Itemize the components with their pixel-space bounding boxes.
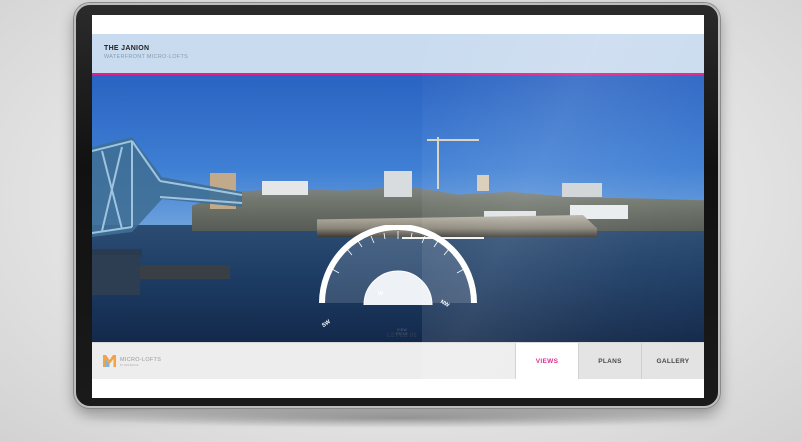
tab-plans[interactable]: PLANS [578,343,641,380]
building [477,175,489,191]
tablet-device: THE JANION WATERFRONT MICRO-LOFTS SW W N… [74,3,720,408]
brand-subtext: BY RESIDENCE [120,364,139,367]
crane-arm [427,139,479,141]
app-footer: MICRO-LOFTS BY RESIDENCE VIEWS PLANS GAL… [92,342,704,380]
blue-bridge [92,137,243,257]
bridge-pier [92,255,140,295]
page-title: THE JANION [104,45,150,52]
tab-gallery[interactable]: GALLERY [641,343,704,380]
compass-direction-w: W [378,291,384,297]
tab-views[interactable]: VIEWS [515,343,578,380]
building [562,183,602,197]
brand-name: MICRO-LOFTS [120,357,162,363]
app-screen: THE JANION WATERFRONT MICRO-LOFTS SW W N… [92,15,704,398]
dock-structure [140,265,230,279]
crane [437,137,439,189]
micro-lofts-logo-icon [103,355,116,367]
page-subtitle: WATERFRONT MICRO-LOFTS [104,54,189,60]
building [384,171,412,197]
view-level-label: LEVEL 05 [387,333,417,339]
screen-bottom-margin [92,379,704,398]
device-shadow [70,408,730,428]
compass-dial-icon[interactable] [310,225,486,305]
app-header: THE JANION WATERFRONT MICRO-LOFTS [92,34,704,73]
building [262,181,308,195]
